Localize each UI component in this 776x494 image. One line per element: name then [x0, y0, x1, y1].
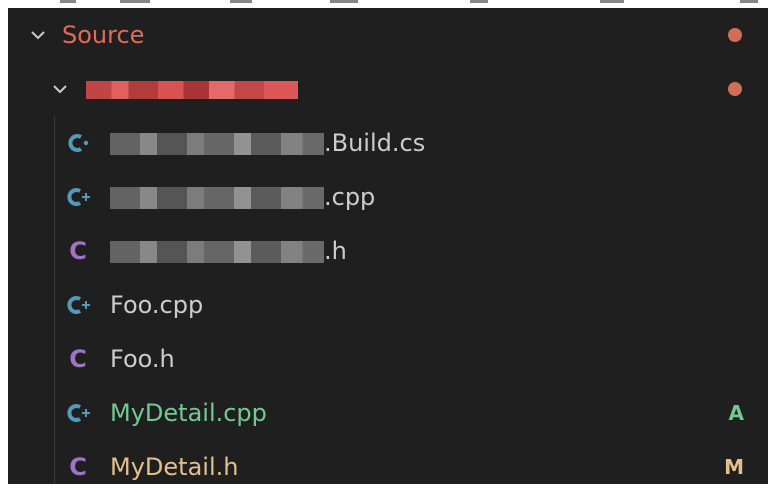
chevron-down-icon[interactable]	[28, 25, 48, 45]
file-mydetail-cpp[interactable]: MyDetail.cpp A	[8, 386, 768, 440]
git-modified-badge: M	[724, 455, 744, 479]
explorer-panel: Source .Build.cs .cpp C .h Foo.cpp C Foo…	[8, 8, 768, 484]
top-cropped-strip	[0, 0, 776, 8]
modified-dot	[728, 82, 742, 96]
redacted-filename	[110, 187, 324, 209]
file-mydetail-h[interactable]: C MyDetail.h M	[8, 440, 768, 494]
folder-source[interactable]: Source	[8, 8, 768, 62]
folder-project[interactable]	[8, 62, 768, 116]
file-name: MyDetail.h	[110, 453, 239, 481]
file-project-cpp[interactable]: .cpp	[8, 170, 768, 224]
git-added-badge: A	[728, 401, 744, 425]
file-name: Foo.h	[110, 345, 175, 373]
file-name: MyDetail.cpp	[110, 399, 267, 427]
redacted-folder-name	[86, 75, 298, 103]
file-foo-cpp[interactable]: Foo.cpp	[8, 278, 768, 332]
c-header-icon: C	[69, 345, 87, 373]
c-header-icon: C	[69, 453, 87, 481]
file-suffix: .cpp	[324, 183, 376, 211]
modified-dot	[728, 28, 742, 42]
file-project-h[interactable]: C .h	[8, 224, 768, 278]
redacted-filename	[110, 133, 324, 155]
cpp-icon	[64, 291, 92, 319]
redacted-filename	[110, 241, 324, 263]
file-foo-h[interactable]: C Foo.h	[8, 332, 768, 386]
c-header-icon: C	[69, 237, 87, 265]
file-suffix: .h	[324, 237, 347, 265]
file-name: Foo.cpp	[110, 291, 204, 319]
cpp-icon	[64, 183, 92, 211]
csharp-icon	[64, 129, 92, 157]
file-suffix: .Build.cs	[324, 129, 426, 157]
chevron-down-icon[interactable]	[50, 79, 70, 99]
cpp-icon	[64, 399, 92, 427]
file-build-cs[interactable]: .Build.cs	[8, 116, 768, 170]
folder-label: Source	[62, 21, 145, 49]
